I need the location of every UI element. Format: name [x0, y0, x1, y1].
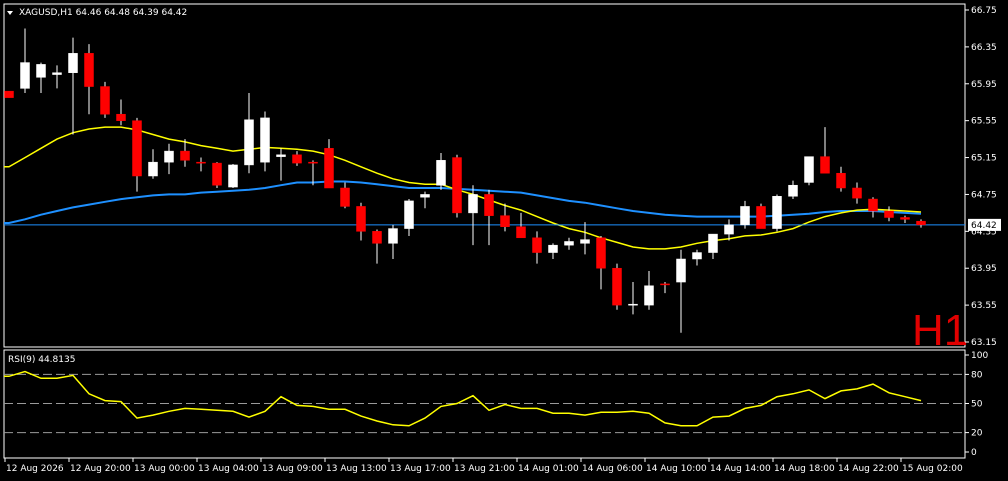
candle-body	[676, 258, 686, 283]
rsi-tick-label: 100	[971, 351, 988, 361]
candle-body	[900, 217, 910, 220]
time-tick-label: 14 Aug 14:00	[710, 464, 771, 474]
time-tick-label: 12 Aug 2026	[6, 464, 64, 474]
price-tick-label: 63.95	[971, 264, 997, 274]
rsi-tick-label: 80	[971, 370, 983, 380]
time-tick-label: 14 Aug 18:00	[774, 464, 835, 474]
candle-body	[708, 233, 718, 253]
candle-body	[772, 196, 782, 229]
candle-body	[660, 283, 670, 286]
candle-body	[308, 161, 318, 164]
candle-body	[324, 148, 334, 189]
time-tick-label: 15 Aug 02:00	[902, 464, 963, 474]
candle-body	[372, 231, 382, 244]
price-tick-label: 65.95	[971, 80, 997, 90]
candle-body	[548, 244, 558, 253]
candle-body	[820, 156, 830, 174]
candle-body	[276, 154, 286, 157]
candle-body	[436, 160, 446, 186]
candle-body	[52, 72, 62, 75]
rsi-header: RSI(9) 44.8135	[8, 355, 75, 365]
candle-body	[756, 206, 766, 229]
candle-body	[388, 228, 398, 244]
time-tick-label: 13 Aug 00:00	[134, 464, 195, 474]
price-tick-label: 65.55	[971, 117, 997, 127]
price-tick-label: 64.75	[971, 190, 997, 200]
candle-body	[36, 64, 46, 78]
price-tick-label: 66.75	[971, 6, 997, 16]
current-price-tag: 64.42	[968, 218, 1001, 231]
candle-body	[564, 241, 574, 246]
candle-body	[532, 237, 542, 253]
time-tick-label: 12 Aug 20:00	[70, 464, 131, 474]
time-tick-label: 13 Aug 21:00	[454, 464, 515, 474]
candle-body	[260, 117, 270, 163]
time-tick-label: 14 Aug 01:00	[518, 464, 579, 474]
candle-body	[916, 220, 926, 226]
time-tick-label: 13 Aug 13:00	[326, 464, 387, 474]
time-tick-label: 13 Aug 09:00	[262, 464, 323, 474]
time-tick-label: 14 Aug 10:00	[646, 464, 707, 474]
candle-body	[84, 53, 94, 87]
candle-body	[4, 90, 14, 98]
candle-body	[468, 194, 478, 214]
candle-body	[612, 267, 622, 306]
candle-body	[628, 303, 638, 306]
candle-body	[852, 187, 862, 199]
price-tick-label: 63.55	[971, 301, 997, 311]
candle-body	[68, 53, 78, 73]
candle-body	[164, 150, 174, 163]
chart-background	[0, 0, 1008, 481]
timeframe-watermark: H1	[912, 306, 968, 355]
candle-body	[692, 252, 702, 260]
candle-body	[804, 156, 814, 183]
candle-body	[116, 113, 126, 121]
candle-body	[516, 226, 526, 239]
candle-body	[244, 119, 254, 166]
candle-body	[148, 161, 158, 177]
candle-body	[452, 157, 462, 214]
candle-body	[868, 198, 878, 212]
candle-body	[100, 86, 110, 115]
candle-body	[20, 62, 30, 89]
candle-body	[836, 172, 846, 189]
candle-body	[180, 150, 190, 161]
candle-body	[340, 187, 350, 207]
time-tick-label: 13 Aug 04:00	[198, 464, 259, 474]
candle-body	[500, 215, 510, 227]
candle-body	[596, 237, 606, 269]
candle-body	[132, 120, 142, 177]
candle-body	[228, 164, 238, 188]
candle-body	[740, 206, 750, 226]
candle-body	[580, 239, 590, 244]
candle-body	[644, 285, 654, 306]
current-price-tag-label: 64.42	[971, 221, 997, 231]
symbol-header: XAGUSD,H1 64.46 64.48 64.39 64.42	[19, 8, 187, 18]
candle-body	[420, 194, 430, 198]
time-tick-label: 14 Aug 22:00	[838, 464, 899, 474]
candle-body	[212, 162, 222, 186]
candle-body	[404, 200, 414, 229]
candle-body	[884, 210, 894, 218]
candle-body	[788, 184, 798, 197]
candle-body	[724, 224, 734, 235]
price-tick-label: 66.35	[971, 43, 997, 53]
rsi-tick-label: 0	[971, 448, 977, 458]
rsi-tick-label: 50	[971, 400, 983, 410]
rsi-tick-label: 20	[971, 429, 983, 439]
time-tick-label: 13 Aug 17:00	[390, 464, 451, 474]
time-tick-label: 14 Aug 06:00	[582, 464, 643, 474]
price-tick-label: 65.15	[971, 154, 997, 164]
candle-body	[356, 206, 366, 232]
price-tick-label: 63.15	[971, 338, 997, 348]
candle-body	[292, 154, 302, 164]
candle-body	[196, 161, 206, 164]
candle-body	[484, 194, 494, 216]
trading-chart[interactable]: XAGUSD,H1 64.46 64.48 64.39 64.42 H1 66.…	[0, 0, 1008, 481]
